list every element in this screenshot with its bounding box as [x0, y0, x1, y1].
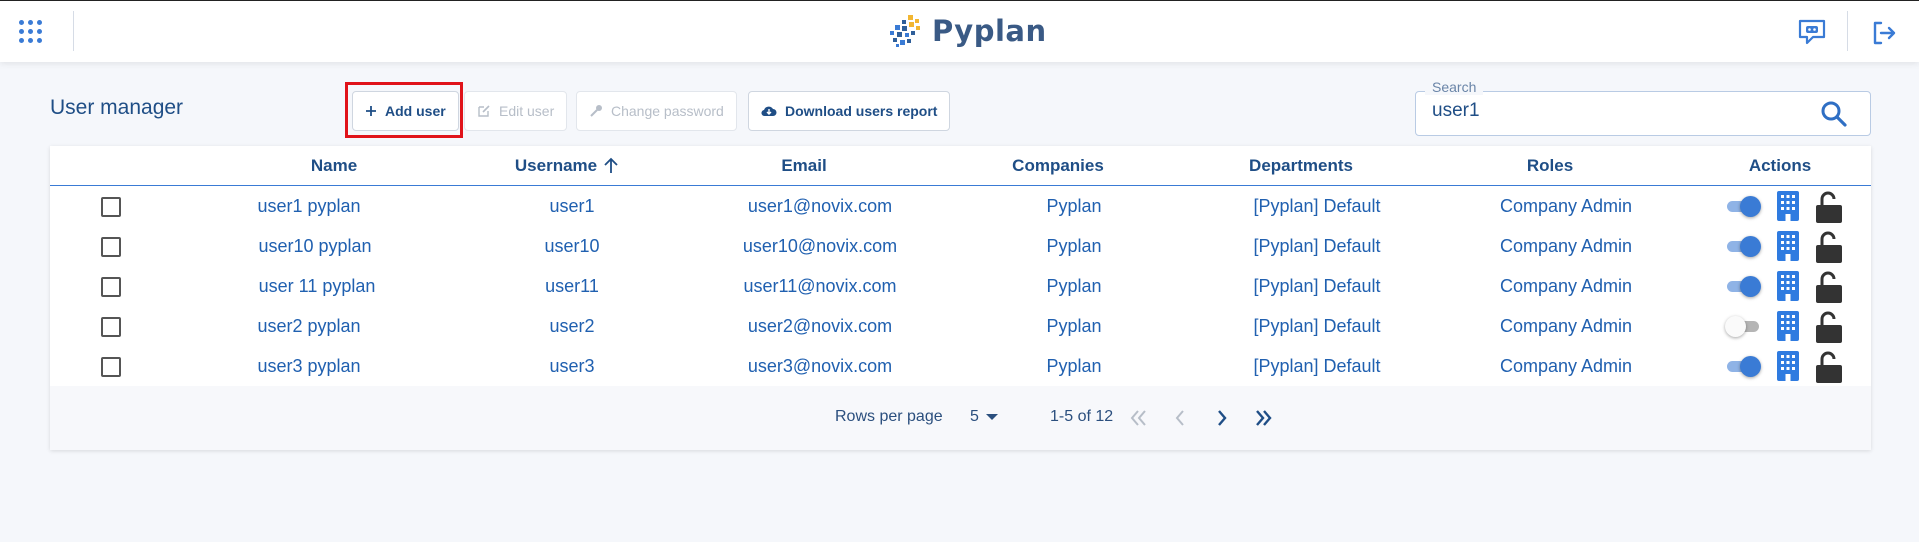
column-header-username[interactable]: Username — [515, 156, 597, 176]
table-row: user10 pyplan user10 user10@novix.com Py… — [50, 226, 1871, 266]
cell-role: Company Admin — [1499, 236, 1633, 256]
cell-department: [Pyplan] Default — [1253, 196, 1381, 216]
cell-username: user11 — [545, 276, 599, 296]
active-toggle[interactable] — [1725, 274, 1763, 298]
edit-icon — [478, 105, 490, 117]
table-footer — [50, 386, 1871, 450]
unlocked-icon[interactable] — [1815, 270, 1843, 304]
column-header-departments[interactable]: Departments — [1249, 156, 1353, 176]
cell-company: Pyplan — [1046, 236, 1102, 256]
key-icon — [590, 105, 602, 117]
table-row: user1 pyplan user1 user1@novix.com Pypla… — [50, 186, 1871, 226]
cell-email: user11@novix.com — [743, 276, 897, 296]
building-icon[interactable] — [1776, 270, 1800, 302]
building-icon[interactable] — [1776, 310, 1800, 342]
row-checkbox[interactable] — [101, 317, 121, 337]
cell-company: Pyplan — [1046, 356, 1102, 376]
cell-name: user1 pyplan — [257, 196, 361, 216]
active-toggle[interactable] — [1725, 234, 1763, 258]
unlocked-icon[interactable] — [1815, 350, 1843, 384]
search-input[interactable] — [1432, 100, 1792, 122]
cell-department: [Pyplan] Default — [1253, 276, 1381, 296]
sort-ascending-icon[interactable] — [603, 157, 619, 175]
active-toggle[interactable] — [1725, 314, 1763, 338]
cell-name: user2 pyplan — [257, 316, 361, 336]
cell-company: Pyplan — [1046, 316, 1102, 336]
cell-role: Company Admin — [1499, 276, 1633, 296]
assistant-chat-icon[interactable] — [1797, 18, 1827, 46]
caret-down-icon — [985, 414, 998, 420]
row-checkbox[interactable] — [101, 357, 121, 377]
cell-department: [Pyplan] Default — [1253, 356, 1381, 376]
previous-page-icon[interactable] — [1168, 406, 1192, 430]
column-header-name[interactable]: Name — [311, 156, 357, 176]
cell-role: Company Admin — [1499, 356, 1633, 376]
rows-per-page-select[interactable]: 5 — [970, 408, 999, 426]
grid-dots-icon[interactable] — [18, 19, 46, 47]
download-report-label: Download users report — [785, 103, 938, 119]
top-bar: Pyplan — [0, 0, 1919, 62]
cell-email: user2@novix.com — [747, 316, 893, 336]
table-row: user2 pyplan user2 user2@novix.com Pypla… — [50, 306, 1871, 346]
cell-name: user10 pyplan — [258, 236, 372, 256]
building-icon[interactable] — [1776, 230, 1800, 262]
logo-text: Pyplan — [932, 14, 1047, 48]
row-checkbox[interactable] — [101, 197, 121, 217]
first-page-icon[interactable] — [1126, 406, 1150, 430]
cell-company: Pyplan — [1046, 196, 1102, 216]
last-page-icon[interactable] — [1252, 406, 1276, 430]
table-row: user3 pyplan user3 user3@novix.com Pypla… — [50, 346, 1871, 386]
pyplan-logo-icon — [890, 15, 920, 47]
edit-user-button[interactable]: Edit user — [464, 91, 568, 131]
cell-name: user3 pyplan — [257, 356, 361, 376]
pagination-range: 1-5 of 12 — [1050, 408, 1114, 425]
search-icon[interactable] — [1820, 100, 1848, 128]
cloud-download-icon — [761, 106, 777, 117]
highlight-frame — [345, 82, 463, 138]
active-toggle[interactable] — [1725, 354, 1763, 378]
cell-role: Company Admin — [1499, 196, 1633, 216]
logout-icon[interactable] — [1870, 19, 1898, 47]
cell-username: user2 — [549, 316, 595, 336]
cell-department: [Pyplan] Default — [1253, 316, 1381, 336]
cell-email: user3@novix.com — [747, 356, 893, 376]
cell-company: Pyplan — [1046, 276, 1102, 296]
cell-email: user1@novix.com — [747, 196, 893, 216]
cell-department: [Pyplan] Default — [1253, 236, 1381, 256]
cell-email: user10@novix.com — [742, 236, 898, 256]
divider — [1847, 11, 1848, 51]
rows-per-page-value: 5 — [970, 408, 979, 425]
change-password-button[interactable]: Change password — [576, 91, 737, 131]
rows-per-page-label: Rows per page — [835, 408, 943, 425]
unlocked-icon[interactable] — [1815, 310, 1843, 344]
active-toggle[interactable] — [1725, 194, 1763, 218]
building-icon[interactable] — [1776, 190, 1800, 222]
column-header-roles[interactable]: Roles — [1527, 156, 1573, 176]
cell-username: user1 — [549, 196, 595, 216]
change-password-label: Change password — [611, 103, 724, 119]
cell-username: user3 — [549, 356, 595, 376]
table-row: user 11 pyplan user11 user11@novix.com P… — [50, 266, 1871, 306]
row-checkbox[interactable] — [101, 237, 121, 257]
building-icon[interactable] — [1776, 350, 1800, 382]
page-title: User manager — [50, 96, 184, 119]
unlocked-icon[interactable] — [1815, 230, 1843, 264]
row-checkbox[interactable] — [101, 277, 121, 297]
cell-role: Company Admin — [1499, 316, 1633, 336]
cell-name: user 11 pyplan — [258, 276, 376, 296]
edit-user-label: Edit user — [499, 103, 555, 119]
column-header-email[interactable]: Email — [781, 156, 826, 176]
download-report-button[interactable]: Download users report — [748, 91, 951, 131]
cell-username: user10 — [544, 236, 600, 256]
column-header-actions: Actions — [1748, 156, 1812, 175]
column-header-companies[interactable]: Companies — [1012, 156, 1104, 176]
search-label: Search — [1425, 79, 1484, 95]
next-page-icon[interactable] — [1210, 406, 1234, 430]
app-logo: Pyplan — [886, 11, 1047, 51]
divider — [73, 11, 74, 51]
unlocked-icon[interactable] — [1815, 190, 1843, 224]
